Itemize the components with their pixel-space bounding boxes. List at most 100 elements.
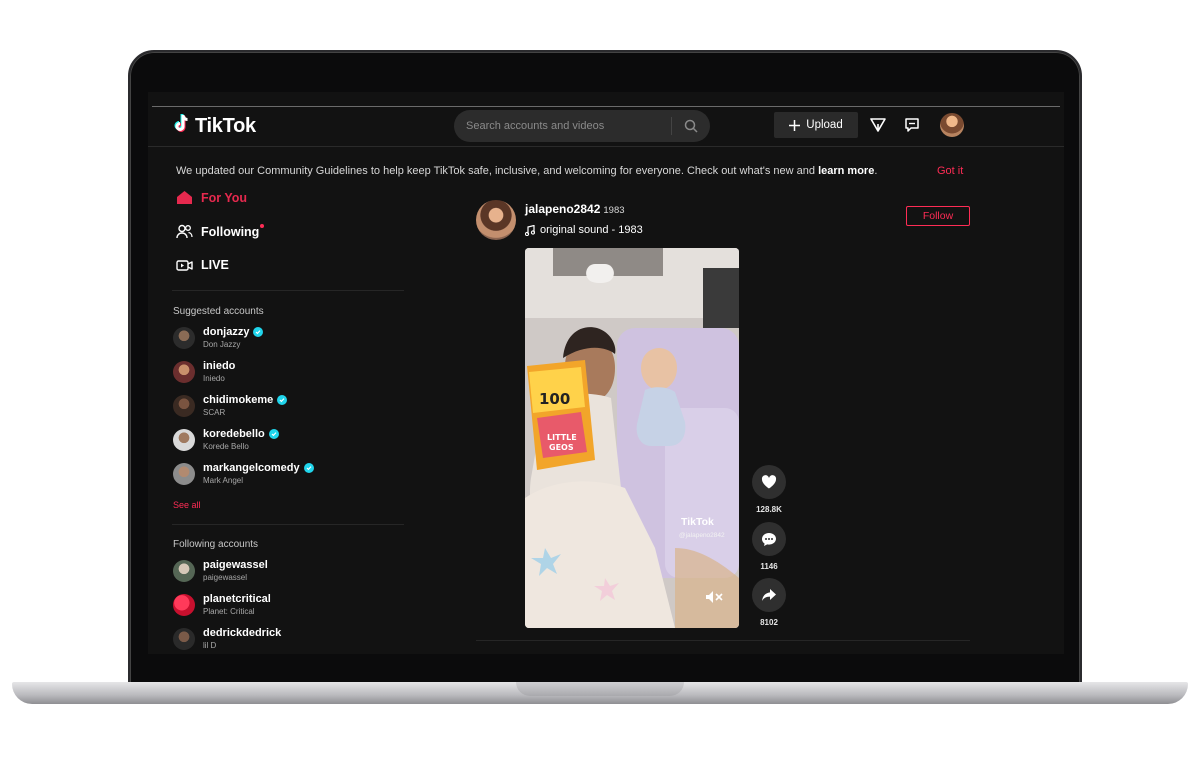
video-frame: 100 LITTLE GEOS [525, 248, 739, 628]
share-button[interactable] [752, 578, 786, 612]
following-account-dedrickdedrick[interactable]: dedrickdedrick lil D [173, 627, 281, 650]
upload-button[interactable]: Upload [774, 112, 858, 138]
people-icon [176, 224, 193, 239]
post-sound[interactable]: original sound - 1983 [525, 224, 643, 236]
comment-button[interactable] [752, 522, 786, 556]
account-username: dedrickdedrick [203, 627, 282, 639]
verified-icon [277, 395, 288, 405]
like-count: 128.8K [756, 505, 782, 514]
sound-name: original sound - 1983 [540, 224, 643, 236]
learn-more-link[interactable]: learn more [818, 165, 874, 177]
like-button[interactable] [752, 465, 786, 499]
svg-text:LITTLE: LITTLE [547, 433, 577, 442]
comment-action[interactable]: 1146 [752, 522, 786, 571]
watermark-username: @jalapeno2842 [679, 532, 725, 539]
got-it-button[interactable]: Got it [937, 165, 963, 177]
suggested-account-donjazzy[interactable]: donjazzy Don Jazzy [173, 326, 264, 349]
sidebar: For You Following LIVE Suggested account… [172, 191, 412, 654]
search-bar[interactable]: Search accounts and videos [454, 110, 710, 142]
suggested-account-koredebello[interactable]: koredebello Korede Bello [173, 428, 279, 451]
suggested-account-iniedo[interactable]: iniedo Iniedo [173, 360, 235, 383]
comment-count: 1146 [760, 562, 778, 571]
nav-for-you[interactable]: For You [176, 190, 247, 205]
heart-icon [761, 475, 777, 489]
search-icon [684, 119, 698, 133]
account-username: donjazzy [203, 326, 250, 338]
upload-label: Upload [806, 119, 843, 131]
share-action[interactable]: 8102 [752, 578, 786, 627]
sidebar-divider [172, 524, 404, 525]
nav-following-label: Following [201, 224, 260, 239]
avatar [173, 428, 195, 451]
banner-message: We updated our Community Guidelines to h… [176, 165, 819, 177]
post-author-avatar[interactable] [476, 200, 516, 240]
account-username: markangelcomedy [203, 462, 300, 474]
suggested-accounts-title: Suggested accounts [173, 306, 264, 317]
see-all-link[interactable]: See all [173, 500, 201, 510]
mute-button[interactable] [705, 590, 723, 609]
suggested-account-chidimokeme[interactable]: chidimokeme SCAR [173, 394, 288, 417]
notification-dot [260, 223, 265, 228]
avatar [173, 462, 195, 485]
nav-following[interactable]: Following [176, 223, 271, 239]
account-username: paigewassel [203, 559, 268, 571]
verified-icon [253, 327, 264, 337]
account-username: chidimokeme [203, 394, 274, 406]
inbox-filter-icon[interactable] [868, 115, 888, 135]
plus-icon [789, 119, 801, 131]
search-input[interactable]: Search accounts and videos [454, 120, 671, 132]
account-username-row: chidimokeme [203, 394, 288, 406]
account-display-name: Korede Bello [203, 442, 249, 451]
nav-for-you-label: For You [201, 190, 248, 205]
account-display-name: SCAR [203, 408, 226, 417]
nav-live[interactable]: LIVE [176, 258, 229, 272]
avatar [173, 394, 195, 417]
avatar [173, 559, 195, 582]
post-author[interactable]: jalapeno2842 1983 [525, 202, 625, 216]
muted-speaker-icon [706, 591, 723, 603]
avatar [173, 593, 195, 616]
svg-text:GEOS: GEOS [549, 443, 574, 452]
tiktok-screen: TikTok Search accounts and videos Upload… [148, 92, 1064, 654]
community-guidelines-banner: We updated our Community Guidelines to h… [148, 148, 1064, 194]
logo-text: TikTok [195, 115, 256, 137]
account-display-name: Mark Angel [203, 476, 244, 485]
messages-icon[interactable] [902, 115, 922, 135]
tiktok-watermark: TikTok [681, 516, 714, 528]
account-display-name: paigewassel [203, 573, 248, 582]
post-username: jalapeno2842 [525, 202, 601, 216]
share-count: 8102 [760, 618, 778, 627]
sidebar-divider [172, 290, 404, 291]
share-arrow-icon [762, 589, 776, 601]
video-player[interactable]: 100 LITTLE GEOS TikTok @jalapeno2842 [525, 248, 739, 628]
like-action[interactable]: 128.8K [752, 465, 786, 514]
account-display-name: Don Jazzy [203, 340, 241, 349]
home-icon [177, 191, 192, 204]
account-display-name: lil D [203, 641, 217, 650]
top-header: TikTok Search accounts and videos Upload [148, 107, 1064, 147]
search-button[interactable] [672, 110, 710, 142]
nav-live-label: LIVE [201, 258, 229, 272]
following-account-planetcritical[interactable]: planetcritical Planet: Critical [173, 593, 271, 616]
verified-icon [268, 429, 279, 439]
verified-icon [303, 463, 314, 473]
profile-avatar[interactable] [940, 113, 964, 137]
post-display-name: 1983 [603, 205, 625, 216]
account-username: planetcritical [203, 593, 271, 605]
account-username: iniedo [203, 360, 236, 372]
suggested-account-markangelcomedy[interactable]: markangelcomedy Mark Angel [173, 462, 314, 485]
account-username-row: markangelcomedy [203, 462, 314, 474]
account-display-name: Planet: Critical [203, 607, 255, 616]
account-username-row: koredebello [203, 428, 279, 440]
following-account-paigewassel[interactable]: paigewassel paigewassel [173, 559, 268, 582]
banner-text: We updated our Community Guidelines to h… [176, 165, 878, 177]
follow-button[interactable]: Follow [906, 206, 970, 226]
svg-text:100: 100 [539, 390, 570, 408]
account-display-name: Iniedo [203, 374, 225, 383]
account-username: koredebello [203, 428, 265, 440]
avatar [173, 360, 195, 383]
comment-icon [762, 532, 776, 546]
live-icon [176, 259, 193, 271]
tiktok-logo[interactable]: TikTok [174, 114, 256, 139]
account-username-row: donjazzy [203, 326, 264, 338]
